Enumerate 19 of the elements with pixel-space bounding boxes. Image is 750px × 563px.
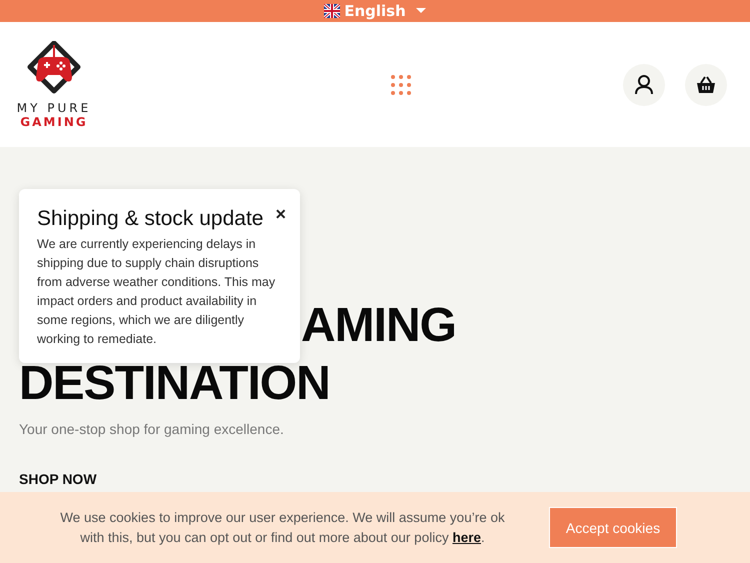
cart-button[interactable] <box>685 64 727 106</box>
popup-title: Shipping & stock update <box>37 207 264 231</box>
basket-icon <box>696 76 716 94</box>
hero-heading: DESTINATION <box>19 356 330 412</box>
popup-text: We are currently experiencing delays in shipping due to supply chain disruptions from adverse weather conditions. This may impact orders and product availability in some regions, which we are diligently working to remediate. <box>37 236 276 348</box>
hero-subtitle: Your one-stop shop for gaming excellence. <box>19 421 285 437</box>
uk-flag-icon <box>324 4 340 18</box>
policy-link[interactable]: here <box>452 530 481 544</box>
shop-now-link[interactable]: SHOP NOW <box>19 471 97 487</box>
logo-text: GAMING <box>20 114 88 128</box>
menu-grid-icon[interactable] <box>391 74 411 94</box>
caret-icon <box>416 8 426 14</box>
logo-text: MY PURE <box>16 100 92 114</box>
cookie-text: We use cookies to improve our user experience. We will assume you’re ok with this, but you can opt out or find out more about our policy here. <box>59 508 506 547</box>
account-button[interactable] <box>623 64 665 106</box>
gamepad-logo-icon <box>26 40 82 96</box>
close-button[interactable]: × <box>269 203 292 226</box>
hero-heading: AMING <box>301 298 456 354</box>
user-icon <box>635 74 653 94</box>
